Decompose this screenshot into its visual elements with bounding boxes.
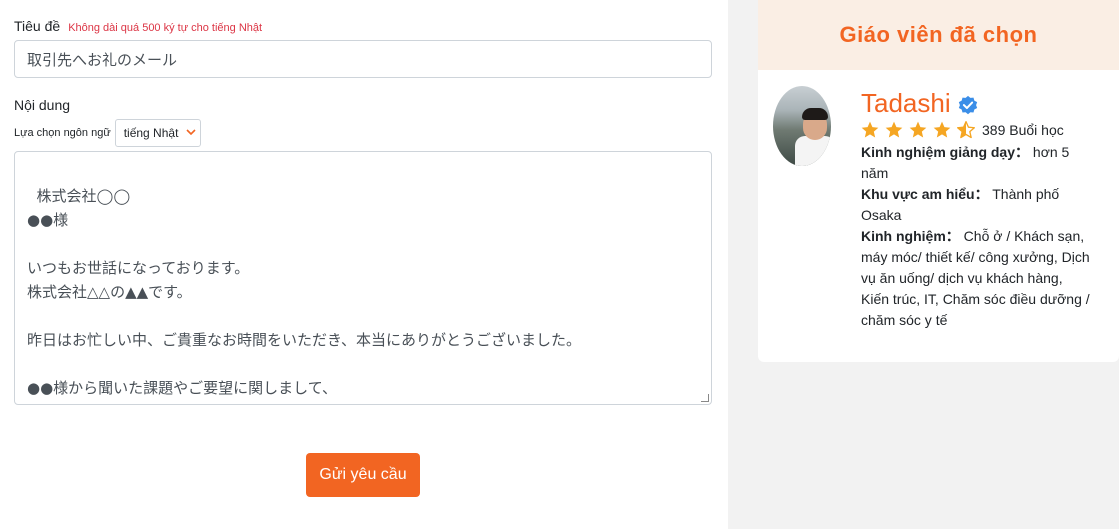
teacher-avatar: [773, 86, 831, 166]
teaching-experience-label: Kinh nghiệm giảng dạy：: [861, 144, 1030, 160]
work-experience-label: Kinh nghiệm：: [861, 228, 960, 244]
title-hint: Không dài quá 500 ký tự cho tiếng Nhật: [68, 22, 263, 34]
content-label: Nội dung: [14, 97, 71, 113]
content-textarea[interactable]: 株式会社◯◯ ●●様 いつもお世話になっております。 株式会社△△の▲▲です。 …: [14, 151, 712, 405]
content-text: 株式会社◯◯ ●●様 いつもお世話になっております。 株式会社△△の▲▲です。 …: [27, 187, 581, 404]
session-count: 389 Buổi học: [982, 122, 1064, 138]
teacher-name[interactable]: Tadashi: [861, 88, 951, 119]
title-label-row: Tiêu đề Không dài quá 500 ký tự cho tiến…: [14, 18, 262, 34]
selected-teacher-header: Giáo viên đã chọn: [758, 0, 1119, 70]
teacher-rating: 389 Buổi học: [860, 120, 1064, 140]
chevron-down-icon: [186, 127, 196, 140]
teaching-experience: Kinh nghiệm giảng dạy： hơn 5 năm: [861, 142, 1093, 184]
work-experience: Kinh nghiệm： Chỗ ở / Khách sạn, máy móc/…: [861, 226, 1093, 331]
title-label: Tiêu đề: [14, 18, 61, 34]
language-select-value: tiếng Nhật: [123, 126, 179, 140]
expertise-area-label: Khu vực am hiểu：: [861, 186, 989, 202]
star-icon: [885, 121, 903, 138]
star-icon: [933, 121, 951, 138]
verified-check-icon: [957, 93, 979, 115]
star-icon: [909, 121, 927, 138]
star-icon: [861, 121, 879, 138]
submit-request-button[interactable]: Gửi yêu cầu: [306, 453, 420, 497]
teacher-name-row: Tadashi: [861, 88, 979, 119]
language-select-row: Lựa chọn ngôn ngữ tiếng Nhật: [14, 119, 201, 147]
resize-handle-icon[interactable]: [701, 394, 709, 402]
language-select-label: Lựa chọn ngôn ngữ: [14, 127, 111, 139]
expertise-area: Khu vực am hiểu： Thành phố Osaka: [861, 184, 1093, 226]
title-input[interactable]: [14, 40, 712, 78]
selected-teacher-title: Giáo viên đã chọn: [839, 22, 1038, 47]
language-select[interactable]: tiếng Nhật: [114, 119, 201, 147]
star-half-icon: [957, 121, 975, 139]
